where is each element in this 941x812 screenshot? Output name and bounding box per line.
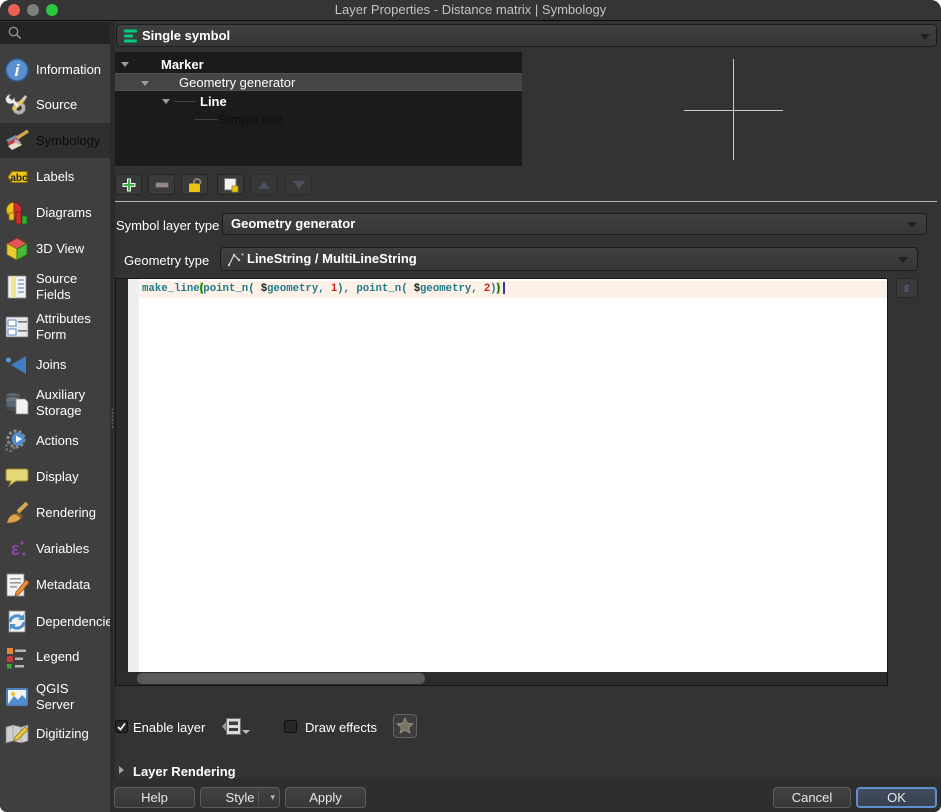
svg-text:abc: abc <box>10 173 28 184</box>
svg-text:ε: ε <box>11 539 20 559</box>
